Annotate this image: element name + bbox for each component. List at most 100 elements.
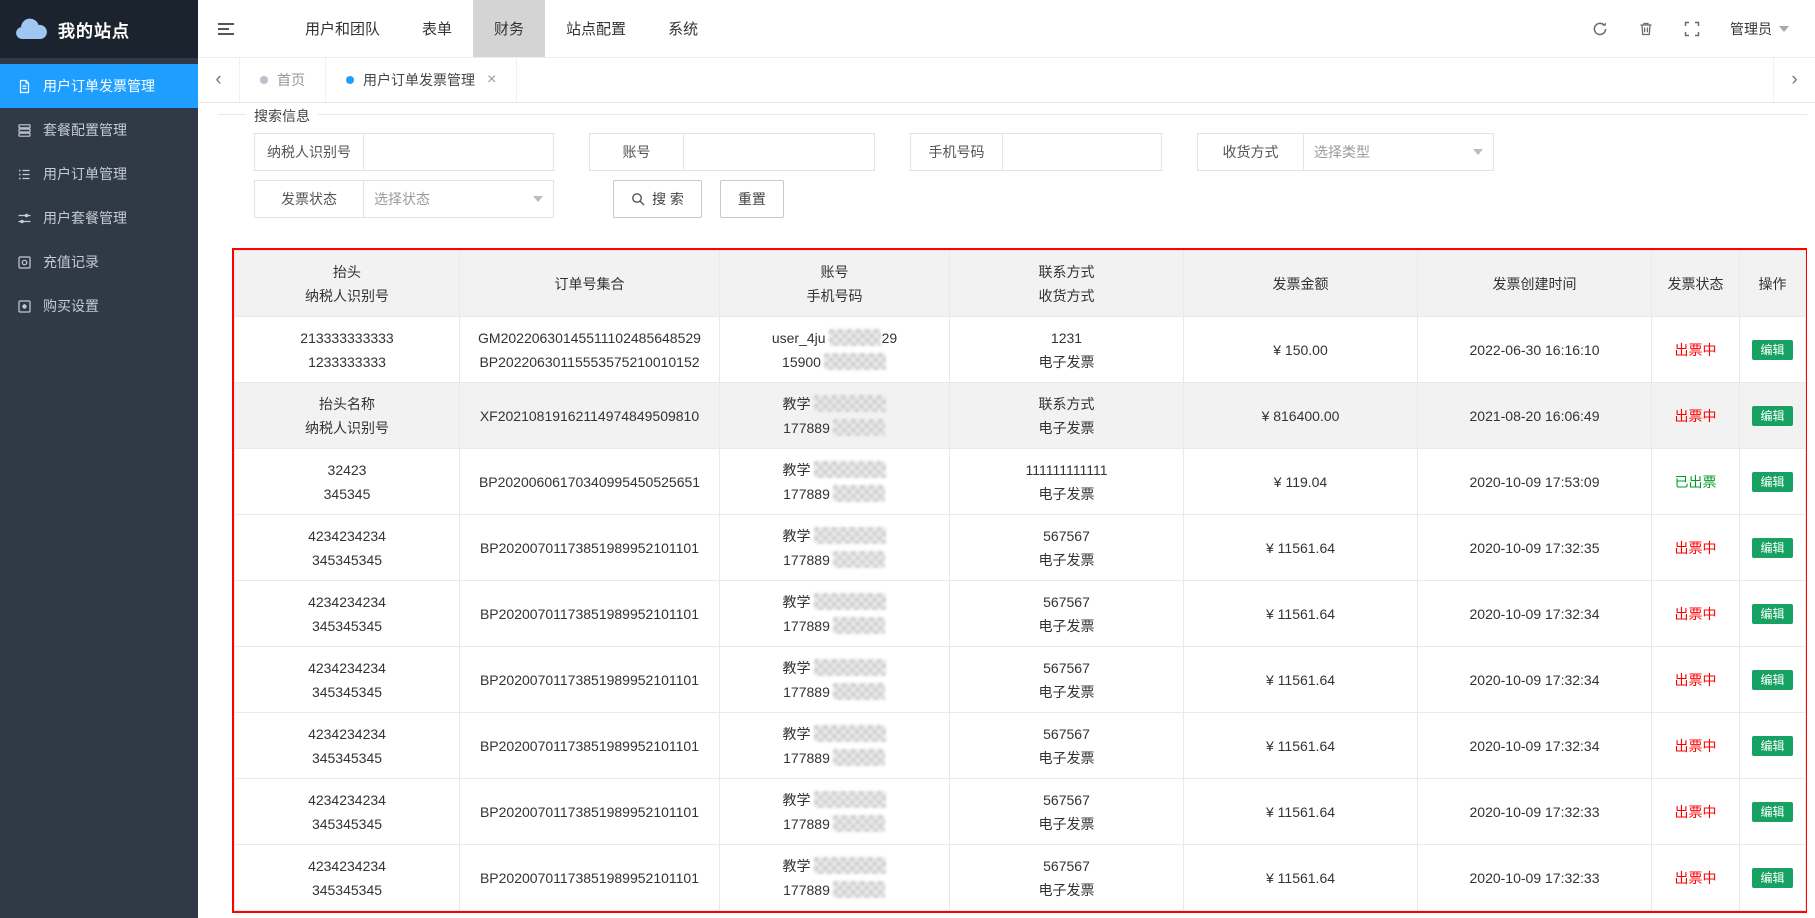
- site-name: 我的站点: [58, 17, 130, 42]
- invoice-status-text: 出票中: [1675, 540, 1717, 556]
- edit-button[interactable]: 编辑: [1752, 868, 1792, 888]
- tab-label: 首页: [277, 70, 305, 90]
- topnav-users-teams[interactable]: 用户和团队: [284, 0, 401, 57]
- invoice-row: 2133333333331233333333GM2022063014551110…: [235, 317, 1806, 383]
- sidebar-item-package-config[interactable]: 套餐配置管理: [0, 108, 198, 152]
- brand[interactable]: 我的站点: [0, 0, 198, 58]
- cell-status: 已出票: [1652, 449, 1740, 515]
- topnav-site-config[interactable]: 站点配置: [545, 0, 647, 57]
- redacted-blur: [833, 551, 885, 568]
- taxpayer-id-group: 纳税人识别号: [254, 133, 554, 171]
- edit-button[interactable]: 编辑: [1752, 802, 1792, 822]
- edit-button[interactable]: 编辑: [1752, 538, 1792, 558]
- sidebar-menu: 用户订单发票管理 套餐配置管理 用户订单管理 用户套餐管理 充值记录 购买设置: [0, 58, 198, 328]
- cell-amount: ¥ 11561.64: [1184, 581, 1418, 647]
- cell-contact: 567567电子发票: [950, 845, 1184, 911]
- cell-status: 出票中: [1652, 317, 1740, 383]
- fullscreen-icon[interactable]: [1684, 21, 1700, 37]
- account-label: 账号: [589, 133, 684, 171]
- cell-orders: GM20220630145511102485648529BP2022063011…: [460, 317, 720, 383]
- invoice-status-text: 出票中: [1675, 342, 1717, 358]
- col-header-contact: 联系方式收货方式: [950, 251, 1184, 317]
- edit-button[interactable]: 编辑: [1752, 736, 1792, 756]
- search-button-label: 搜 索: [652, 189, 684, 209]
- sidebar-item-label: 套餐配置管理: [43, 120, 127, 140]
- redacted-blur: [833, 485, 885, 502]
- trash-icon[interactable]: [1638, 21, 1654, 37]
- topnav-forms[interactable]: 表单: [401, 0, 473, 57]
- cell-created: 2020-10-09 17:32:33: [1418, 779, 1652, 845]
- cell-amount: ¥ 816400.00: [1184, 383, 1418, 449]
- cell-created: 2020-10-09 17:32:35: [1418, 515, 1652, 581]
- edit-button[interactable]: 编辑: [1752, 340, 1792, 360]
- cell-action: 编辑: [1740, 383, 1806, 449]
- tabs-scroll-right-icon[interactable]: ›: [1773, 58, 1815, 102]
- sidebar-item-recharge-records[interactable]: 充值记录: [0, 240, 198, 284]
- edit-button[interactable]: 编辑: [1752, 604, 1792, 624]
- redacted-blur: [814, 527, 886, 544]
- redacted-blur: [833, 881, 885, 898]
- invoice-status-text: 出票中: [1675, 408, 1717, 424]
- edit-button[interactable]: 编辑: [1752, 472, 1792, 492]
- redacted-blur: [824, 353, 886, 370]
- topnav-system[interactable]: 系统: [647, 0, 719, 57]
- selected-value: 选择状态: [374, 189, 430, 209]
- user-menu[interactable]: 管理员: [1730, 19, 1789, 39]
- col-header-action: 操作: [1740, 251, 1806, 317]
- tab-label: 用户订单发票管理: [363, 70, 475, 90]
- cell-created: 2022-06-30 16:16:10: [1418, 317, 1652, 383]
- page-content: 搜索信息 纳税人识别号 账号 手机号码 收货方式: [198, 103, 1815, 918]
- edit-button[interactable]: 编辑: [1752, 670, 1792, 690]
- cloud-logo-icon: [14, 17, 48, 41]
- search-section-title: 搜索信息: [246, 106, 318, 126]
- cell-orders: XF20210819162114974849509810: [460, 383, 720, 449]
- sidebar-item-user-package[interactable]: 用户套餐管理: [0, 196, 198, 240]
- sidebar-item-order-management[interactable]: 用户订单管理: [0, 152, 198, 196]
- table-header-row: 抬头纳税人识别号 订单号集合 账号手机号码 联系方式收货方式 发票金额 发票创建…: [235, 251, 1806, 317]
- cell-amount: ¥ 11561.64: [1184, 647, 1418, 713]
- topnav-finance[interactable]: 财务: [473, 0, 545, 57]
- invoice-row: 4234234234345345345BP2020070117385198995…: [235, 515, 1806, 581]
- tabs-scroll-left-icon[interactable]: ‹: [198, 58, 240, 102]
- search-button[interactable]: 搜 索: [613, 180, 702, 218]
- cell-action: 编辑: [1740, 449, 1806, 515]
- cell-status: 出票中: [1652, 845, 1740, 911]
- delivery-method-select[interactable]: 选择类型: [1303, 133, 1494, 171]
- sidebar: 我的站点 用户订单发票管理 套餐配置管理 用户订单管理 用户套餐管理 充值记录: [0, 0, 198, 918]
- taxpayer-id-input[interactable]: [363, 133, 554, 171]
- cell-created: 2021-08-20 16:06:49: [1418, 383, 1652, 449]
- col-header-amount: 发票金额: [1184, 251, 1418, 317]
- search-row-1: 纳税人识别号 账号 手机号码 收货方式 选择类型: [254, 133, 1807, 171]
- cell-contact: 联系方式电子发票: [950, 383, 1184, 449]
- close-icon[interactable]: ×: [487, 71, 496, 89]
- collapse-sidebar-icon[interactable]: [198, 0, 256, 57]
- cell-amount: ¥ 11561.64: [1184, 845, 1418, 911]
- tab-home[interactable]: 首页: [240, 58, 326, 102]
- cell-amount: ¥ 150.00: [1184, 317, 1418, 383]
- cell-orders: BP20200701173851989952101101: [460, 779, 720, 845]
- phone-input[interactable]: [1002, 133, 1162, 171]
- cell-title: 4234234234345345345: [235, 581, 460, 647]
- sidebar-item-invoice-management[interactable]: 用户订单发票管理: [0, 64, 198, 108]
- refresh-icon[interactable]: [1592, 21, 1608, 37]
- sidebar-item-purchase-settings[interactable]: 购买设置: [0, 284, 198, 328]
- cell-contact: 567567电子发票: [950, 713, 1184, 779]
- invoice-status-select[interactable]: 选择状态: [363, 180, 554, 218]
- edit-button[interactable]: 编辑: [1752, 406, 1792, 426]
- tab-invoice-management[interactable]: 用户订单发票管理 ×: [326, 58, 517, 102]
- cell-contact: 567567电子发票: [950, 647, 1184, 713]
- account-input[interactable]: [683, 133, 875, 171]
- cell-account: 教学177889: [720, 581, 950, 647]
- cell-status: 出票中: [1652, 581, 1740, 647]
- invoice-row: 4234234234345345345BP2020070117385198995…: [235, 581, 1806, 647]
- cell-title: 4234234234345345345: [235, 647, 460, 713]
- invoice-table: 抬头纳税人识别号 订单号集合 账号手机号码 联系方式收货方式 发票金额 发票创建…: [234, 250, 1806, 911]
- reset-button[interactable]: 重置: [720, 180, 784, 218]
- cell-title: 4234234234345345345: [235, 713, 460, 779]
- invoice-status-text: 出票中: [1675, 672, 1717, 688]
- col-header-status: 发票状态: [1652, 251, 1740, 317]
- search-row-2: 发票状态 选择状态 搜 索 重置: [254, 180, 1807, 218]
- cell-action: 编辑: [1740, 779, 1806, 845]
- redacted-blur: [814, 725, 886, 742]
- cell-account: user_4ju2915900: [720, 317, 950, 383]
